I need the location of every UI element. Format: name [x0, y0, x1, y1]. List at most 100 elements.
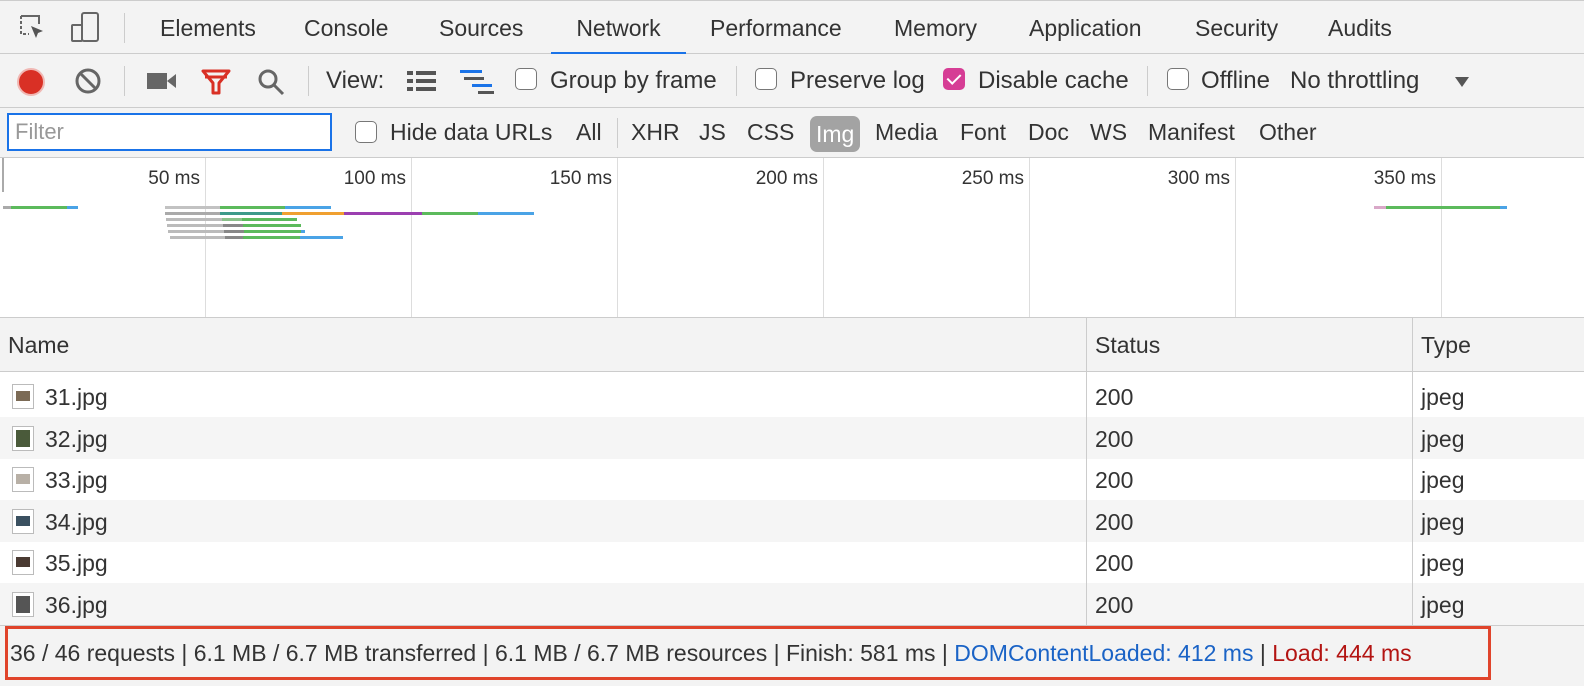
grid-line — [1029, 158, 1030, 317]
table-row[interactable]: 35.jpg 200 jpeg — [0, 541, 1584, 583]
offline-label: Offline — [1201, 67, 1270, 94]
tick-label: 150 ms — [549, 168, 612, 189]
tab-console[interactable]: Console — [304, 1, 388, 54]
clear-icon[interactable] — [74, 67, 102, 95]
hide-data-urls-label: Hide data URLs — [390, 119, 553, 145]
offline-checkbox[interactable] — [1167, 68, 1189, 90]
column-header-status[interactable]: Status — [1095, 318, 1160, 372]
table-row[interactable]: 32.jpg 200 jpeg — [0, 417, 1584, 459]
tab-network[interactable]: Network — [551, 1, 686, 55]
grid-line — [2, 158, 4, 192]
timing-bar — [165, 212, 220, 215]
chevron-down-icon[interactable] — [1454, 76, 1470, 88]
filter-type-ws[interactable]: WS — [1090, 108, 1127, 156]
load-time: Load: 444 ms — [1272, 640, 1412, 666]
timing-bar — [1374, 206, 1386, 209]
filter-type-media[interactable]: Media — [875, 108, 938, 156]
toolbar-divider — [617, 118, 618, 148]
large-request-rows-icon[interactable] — [407, 70, 437, 92]
waterfall-overview-icon[interactable] — [460, 69, 496, 95]
throttling-select[interactable]: No throttling — [1290, 54, 1419, 108]
request-status: 200 — [1095, 550, 1134, 576]
timing-bar — [243, 224, 301, 227]
device-toolbar-icon[interactable] — [70, 11, 102, 45]
disable-cache-label: Disable cache — [978, 67, 1129, 94]
column-header-name[interactable]: Name — [8, 318, 69, 372]
timing-bar — [300, 236, 343, 239]
filter-input[interactable] — [7, 113, 332, 151]
inspect-element-icon[interactable] — [18, 13, 48, 43]
tab-performance[interactable]: Performance — [710, 1, 842, 54]
record-icon[interactable] — [16, 67, 46, 97]
hide-data-urls-checkbox[interactable] — [355, 121, 377, 143]
request-name: 36.jpg — [45, 592, 108, 618]
column-header-type[interactable]: Type — [1421, 318, 1471, 372]
tick-label: 200 ms — [755, 168, 818, 189]
request-type: jpeg — [1421, 467, 1465, 493]
tab-application[interactable]: Application — [1029, 1, 1142, 54]
table-row[interactable]: 33.jpg 200 jpeg — [0, 458, 1584, 500]
toolbar-divider — [124, 13, 125, 43]
search-icon[interactable] — [256, 67, 286, 97]
request-name: 32.jpg — [45, 426, 108, 452]
network-overview-timeline[interactable]: 50 ms 100 ms 150 ms 200 ms 250 ms 300 ms… — [0, 158, 1584, 318]
tab-audits[interactable]: Audits — [1328, 1, 1392, 54]
toolbar-divider — [1147, 66, 1148, 96]
tick-label: 300 ms — [1167, 168, 1230, 189]
filter-type-other[interactable]: Other — [1259, 108, 1317, 156]
filter-type-doc[interactable]: Doc — [1028, 108, 1069, 156]
tick-label: 50 ms — [148, 168, 200, 189]
request-name: 33.jpg — [45, 467, 108, 493]
timing-bar — [222, 218, 242, 221]
tab-memory[interactable]: Memory — [894, 1, 977, 54]
tick-label: 250 ms — [961, 168, 1024, 189]
image-file-icon — [12, 467, 34, 492]
request-type: jpeg — [1421, 426, 1465, 452]
disable-cache-checkbox[interactable] — [943, 68, 965, 90]
summary-divider: | — [1253, 640, 1273, 666]
filter-type-css[interactable]: CSS — [747, 108, 794, 156]
timing-bar — [282, 212, 344, 215]
timing-bar — [3, 206, 11, 209]
request-type: jpeg — [1421, 550, 1465, 576]
tab-security[interactable]: Security — [1195, 1, 1278, 54]
timing-bar — [67, 206, 78, 209]
timing-bar — [344, 212, 422, 215]
tab-sources[interactable]: Sources — [439, 1, 523, 54]
grid-line — [411, 158, 412, 317]
request-status: 200 — [1095, 467, 1134, 493]
timing-bar — [1500, 206, 1507, 209]
column-divider[interactable] — [1412, 318, 1413, 371]
request-type: jpeg — [1421, 384, 1465, 410]
timing-bar — [165, 206, 220, 209]
preserve-log-checkbox[interactable] — [755, 68, 777, 90]
timing-bar — [301, 230, 305, 233]
grid-line — [617, 158, 618, 317]
filter-type-js[interactable]: JS — [699, 108, 726, 156]
timing-bar — [166, 218, 222, 221]
filter-type-manifest[interactable]: Manifest — [1148, 108, 1235, 156]
filter-icon[interactable] — [201, 68, 231, 96]
image-file-icon — [12, 592, 34, 617]
filter-type-xhr[interactable]: XHR — [631, 108, 680, 156]
request-type: jpeg — [1421, 509, 1465, 535]
timing-bar — [1386, 206, 1500, 209]
request-name: 34.jpg — [45, 509, 108, 535]
image-file-icon — [12, 426, 34, 451]
request-name: 31.jpg — [45, 384, 108, 410]
filter-type-all[interactable]: All — [576, 108, 602, 156]
column-divider[interactable] — [1086, 318, 1087, 371]
group-by-frame-checkbox[interactable] — [515, 68, 537, 90]
table-row[interactable]: 31.jpg 200 jpeg — [0, 375, 1584, 417]
toolbar-divider — [124, 66, 125, 96]
table-row[interactable]: 36.jpg 200 jpeg — [0, 583, 1584, 625]
request-status: 200 — [1095, 509, 1134, 535]
filter-type-font[interactable]: Font — [960, 108, 1006, 156]
screenshot-camera-icon[interactable] — [147, 71, 177, 91]
timing-bar — [168, 230, 224, 233]
table-row[interactable]: 34.jpg 200 jpeg — [0, 500, 1584, 542]
tab-elements[interactable]: Elements — [160, 1, 256, 54]
filter-type-img[interactable]: Img — [810, 116, 861, 152]
image-file-icon — [12, 384, 34, 409]
grid-line — [1441, 158, 1442, 317]
